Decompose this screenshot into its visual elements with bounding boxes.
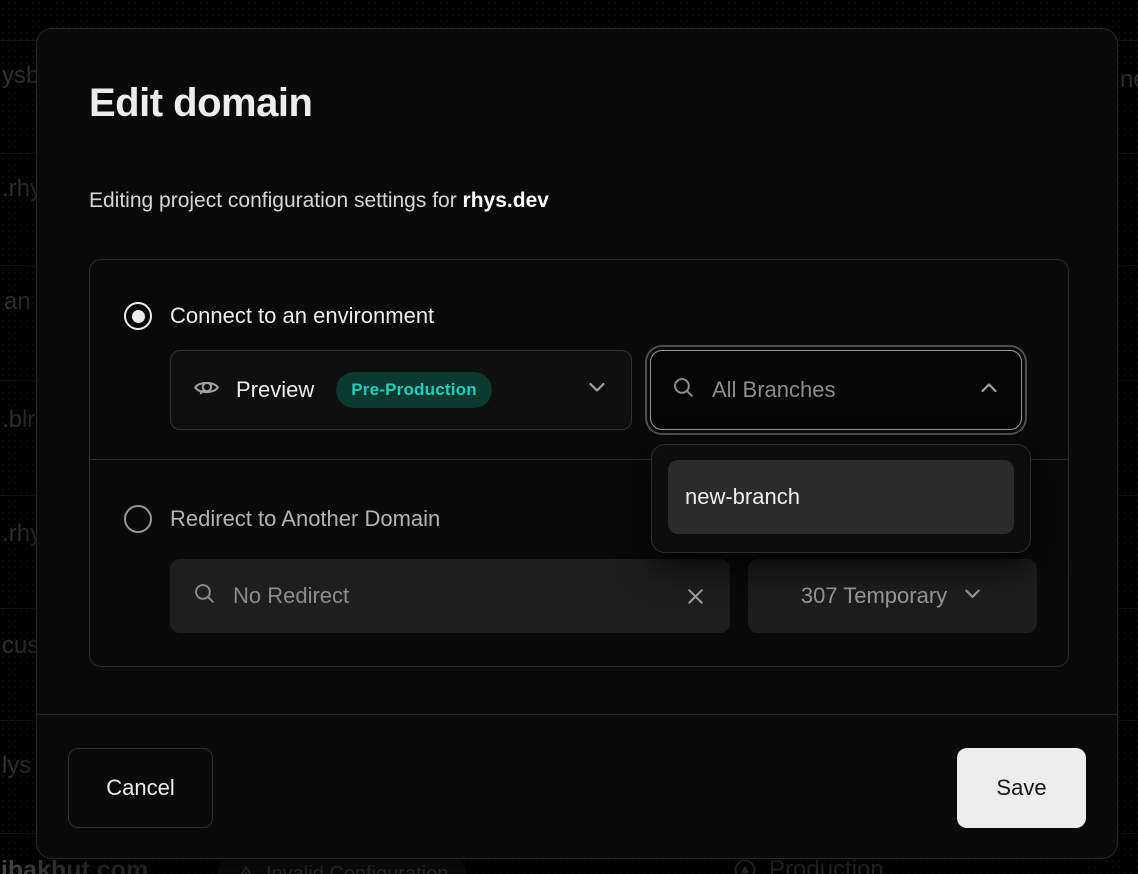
bg-domain-fragment: .blr bbox=[2, 406, 35, 434]
bg-domain-fragment: ne bbox=[1120, 66, 1138, 94]
cancel-button[interactable]: Cancel bbox=[68, 748, 213, 828]
redirect-status-select[interactable]: 307 Temporary bbox=[748, 559, 1037, 633]
search-icon bbox=[192, 581, 217, 611]
redirect-combobox-placeholder: No Redirect bbox=[233, 583, 349, 609]
redirect-search-combobox[interactable]: No Redirect bbox=[170, 559, 730, 633]
bg-domain-fragment: ysb bbox=[2, 62, 39, 90]
branch-option[interactable]: new-branch bbox=[668, 460, 1014, 534]
bg-domain-fragment: cus bbox=[2, 632, 39, 660]
subtitle-domain: rhys.dev bbox=[463, 189, 549, 212]
status-badge-label: Invalid Configuration bbox=[266, 863, 448, 874]
bg-domain-fragment: an bbox=[4, 288, 31, 316]
chevron-up-icon[interactable] bbox=[977, 376, 1001, 405]
radio-connect-environment-label: Connect to an environment bbox=[170, 302, 434, 330]
redirect-status-value: 307 Temporary bbox=[801, 583, 947, 609]
edit-domain-dialog: Edit domain Editing project configuratio… bbox=[36, 28, 1118, 859]
eye-magnifier-icon bbox=[193, 374, 220, 407]
branch-search-combobox[interactable]: All Branches bbox=[650, 350, 1022, 430]
environment-option-section: Connect to an environment Preview Pre-Pr bbox=[90, 260, 1068, 459]
search-icon bbox=[671, 375, 696, 405]
bg-domain-fragment: lys bbox=[2, 752, 31, 780]
dialog-subtitle: Editing project configuration settings f… bbox=[89, 187, 1069, 215]
environment-select-value: Preview bbox=[236, 377, 314, 403]
chevron-down-icon bbox=[961, 582, 984, 611]
radio-selected-icon[interactable] bbox=[124, 302, 152, 330]
pre-production-badge: Pre-Production bbox=[336, 372, 492, 408]
clear-x-icon[interactable] bbox=[683, 584, 708, 609]
radio-redirect-domain-label: Redirect to Another Domain bbox=[170, 505, 440, 533]
subtitle-text: Editing project configuration settings f… bbox=[89, 189, 463, 212]
chevron-down-icon bbox=[585, 375, 609, 405]
radio-connect-environment[interactable]: Connect to an environment bbox=[124, 302, 1038, 330]
dialog-footer: Cancel Save bbox=[37, 714, 1117, 860]
dialog-title: Edit domain bbox=[89, 79, 1069, 127]
production-circle-icon bbox=[733, 858, 757, 874]
environment-select[interactable]: Preview Pre-Production bbox=[170, 350, 632, 430]
branch-combobox-placeholder: All Branches bbox=[712, 377, 836, 403]
warning-triangle-icon bbox=[236, 864, 256, 874]
save-button[interactable]: Save bbox=[957, 748, 1086, 828]
branch-dropdown-popup: new-branch bbox=[651, 444, 1031, 553]
radio-unselected-icon[interactable] bbox=[124, 505, 152, 533]
